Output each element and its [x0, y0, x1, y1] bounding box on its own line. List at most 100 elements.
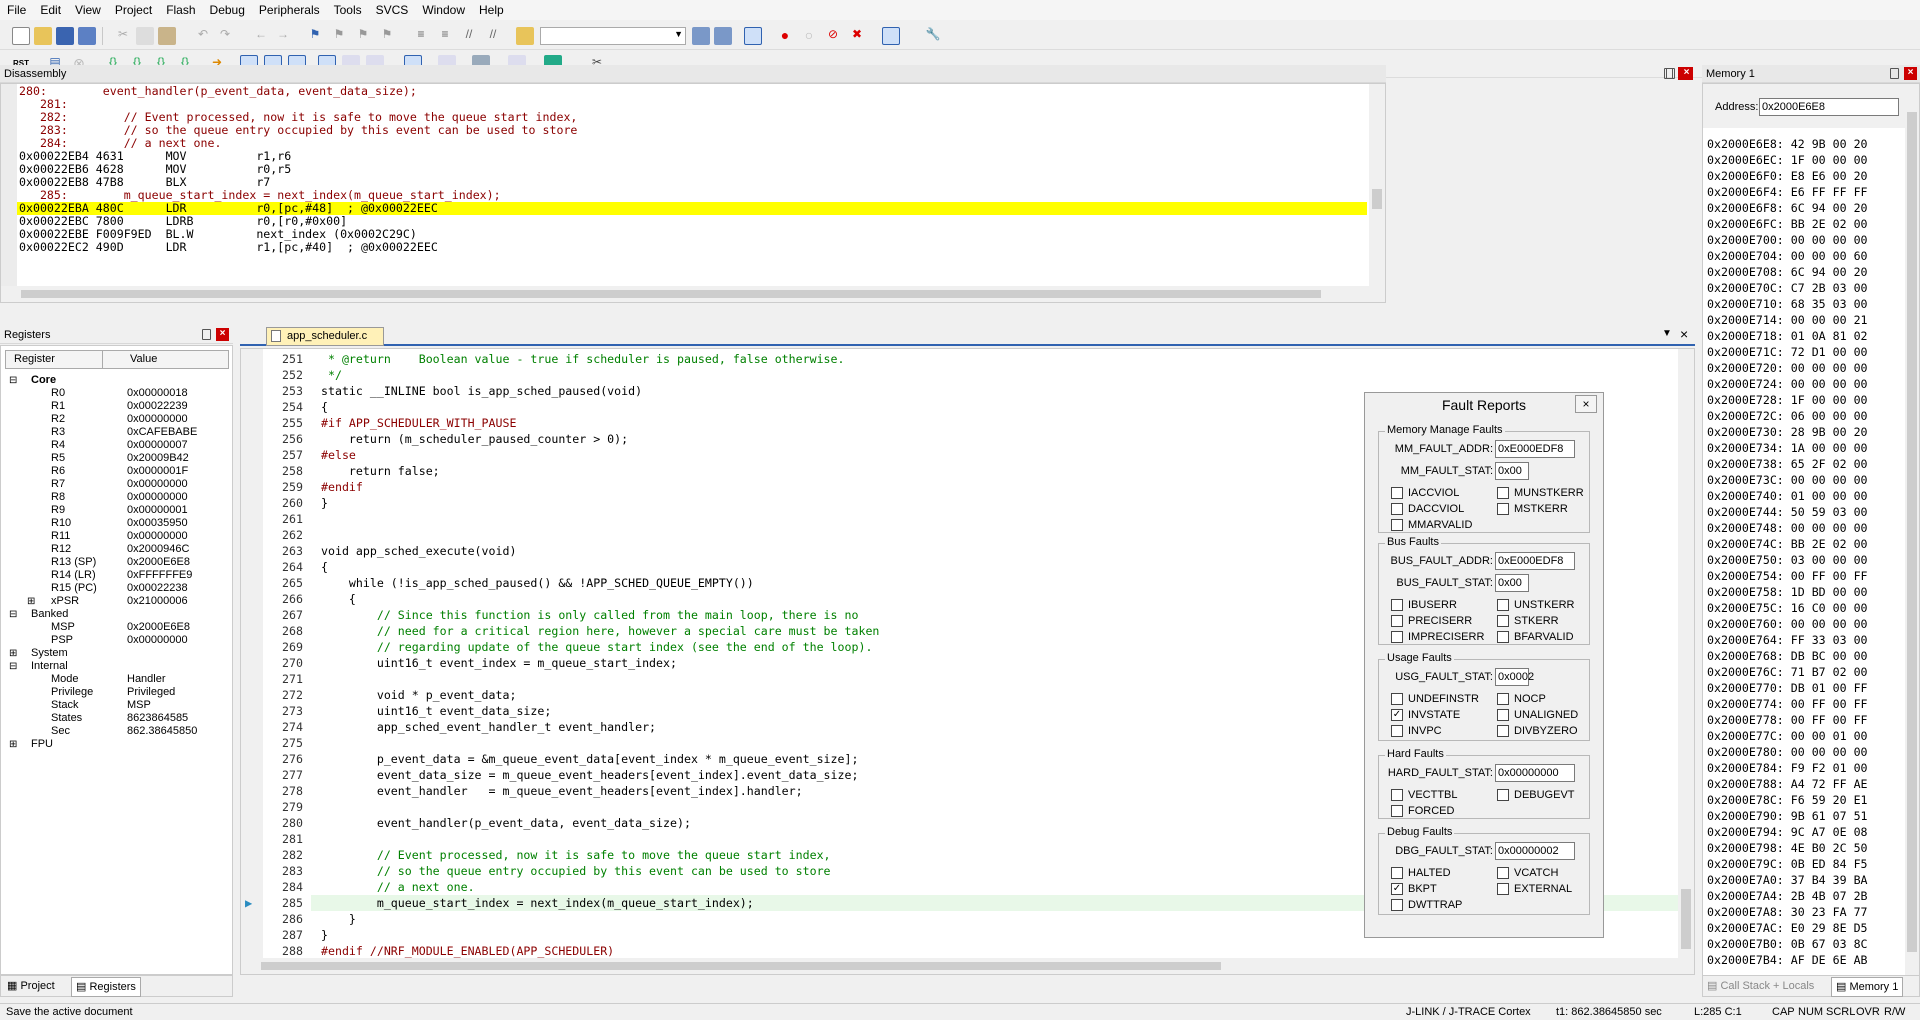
fault-stat-value[interactable]: 0x0002: [1495, 668, 1534, 686]
new-file-icon[interactable]: [12, 27, 30, 45]
memory-row[interactable]: 0x2000E794: 9C A7 0E 08: [1707, 824, 1868, 840]
uncomment-icon[interactable]: //: [484, 27, 502, 45]
code-line[interactable]: event_handler(p_event_data, event_data_s…: [321, 815, 691, 831]
memory-row[interactable]: 0x2000E770: DB 01 00 FF: [1707, 680, 1868, 696]
tree-expander-icon[interactable]: ⊟: [9, 608, 17, 624]
bookmark-prev-icon[interactable]: ⚑: [330, 27, 348, 45]
memory-row[interactable]: 0x2000E714: 00 00 00 21: [1707, 312, 1868, 328]
disassembly-view[interactable]: 280: event_handler(p_event_data, event_d…: [0, 83, 1386, 303]
menu-peripherals[interactable]: Peripherals: [252, 0, 327, 20]
checkbox[interactable]: [1391, 867, 1403, 879]
checkbox[interactable]: [1391, 599, 1403, 611]
menu-svcs[interactable]: SVCS: [369, 0, 416, 20]
window-layout-icon[interactable]: [882, 27, 900, 45]
fault-check-invpc[interactable]: INVPC: [1391, 724, 1442, 738]
code-line[interactable]: void * p_event_data;: [321, 687, 517, 703]
fault-check-iaccviol[interactable]: IACCVIOL: [1391, 486, 1459, 500]
configure-icon[interactable]: 🔧: [924, 27, 942, 45]
memory-row[interactable]: 0x2000E738: 65 2F 02 00: [1707, 456, 1868, 472]
code-line[interactable]: static __INLINE bool is_app_sched_paused…: [321, 383, 642, 399]
memory-row[interactable]: 0x2000E70C: C7 2B 03 00: [1707, 280, 1868, 296]
register-value[interactable]: 0x21000006: [127, 595, 188, 611]
fault-check-external[interactable]: EXTERNAL: [1497, 882, 1572, 896]
checkbox[interactable]: [1391, 899, 1403, 911]
comment-icon[interactable]: //: [460, 27, 478, 45]
memory-row[interactable]: 0x2000E7A4: 2B 4B 07 2B: [1707, 888, 1868, 904]
disassembly-pin-icon[interactable]: [1666, 68, 1675, 79]
memory-row[interactable]: 0x2000E758: 1D BD 00 00: [1707, 584, 1868, 600]
incremental-find-icon[interactable]: [714, 27, 732, 45]
memory-row[interactable]: 0x2000E74C: BB 2E 02 00: [1707, 536, 1868, 552]
memory-row[interactable]: 0x2000E760: 00 00 00 00: [1707, 616, 1868, 632]
menu-tools[interactable]: Tools: [327, 0, 369, 20]
memory-close-icon[interactable]: ×: [1904, 67, 1917, 80]
memory-row[interactable]: 0x2000E728: 1F 00 00 00: [1707, 392, 1868, 408]
find-combo[interactable]: ▼: [540, 27, 686, 45]
memory-row[interactable]: 0x2000E764: FF 33 03 00: [1707, 632, 1868, 648]
checkbox[interactable]: [1497, 725, 1509, 737]
memory-row[interactable]: 0x2000E788: A4 72 FF AE: [1707, 776, 1868, 792]
code-line[interactable]: * @return Boolean value - true if schedu…: [321, 351, 845, 367]
memory-row[interactable]: 0x2000E754: 00 FF 00 FF: [1707, 568, 1868, 584]
code-line[interactable]: #else: [321, 447, 356, 463]
breakpoint-disable-icon[interactable]: ○: [800, 27, 818, 45]
code-line[interactable]: // a next one.: [321, 879, 475, 895]
fault-stat-value[interactable]: 0x00: [1495, 574, 1529, 592]
memory-row[interactable]: 0x2000E708: 6C 94 00 20: [1707, 264, 1868, 280]
memory-row[interactable]: 0x2000E720: 00 00 00 00: [1707, 360, 1868, 376]
fault-check-vcatch[interactable]: VCATCH: [1497, 866, 1558, 880]
code-line[interactable]: uint16_t event_data_size;: [321, 703, 552, 719]
register-name[interactable]: Sec: [51, 725, 70, 741]
checkbox[interactable]: [1497, 599, 1509, 611]
code-line[interactable]: // Since this function is only called fr…: [321, 607, 859, 623]
memory-row[interactable]: 0x2000E734: 1A 00 00 00: [1707, 440, 1868, 456]
unindent-icon[interactable]: ≡: [436, 27, 454, 45]
memory-row[interactable]: 0x2000E778: 00 FF 00 FF: [1707, 712, 1868, 728]
redo-icon[interactable]: ↷: [216, 27, 234, 45]
code-line[interactable]: // Event processed, now it is safe to mo…: [321, 847, 831, 863]
fault-check-bfarvalid[interactable]: BFARVALID: [1497, 630, 1574, 644]
code-line[interactable]: }: [321, 495, 328, 511]
checkbox[interactable]: ✓: [1391, 709, 1403, 721]
fault-check-divbyzero[interactable]: DIVBYZERO: [1497, 724, 1578, 738]
code-line[interactable]: void app_sched_execute(void): [321, 543, 516, 559]
fault-stat-value[interactable]: 0x00000002: [1495, 842, 1575, 860]
memory-row[interactable]: 0x2000E7A8: 30 23 FA 77: [1707, 904, 1868, 920]
find-in-files-icon[interactable]: [516, 27, 534, 45]
checkbox[interactable]: [1497, 487, 1509, 499]
memory-pin-icon[interactable]: [1890, 68, 1899, 79]
memory-view[interactable]: Address: 0x2000E6E8 0x2000E6E8: 42 9B 00…: [1702, 83, 1920, 995]
registers-pin-icon[interactable]: [202, 329, 211, 340]
fault-check-preciserr[interactable]: PRECISERR: [1391, 614, 1472, 628]
checkbox[interactable]: [1391, 805, 1403, 817]
fault-check-stkerr[interactable]: STKERR: [1497, 614, 1559, 628]
memory-row[interactable]: 0x2000E748: 00 00 00 00: [1707, 520, 1868, 536]
fault-check-debugevt[interactable]: DEBUGEVT: [1497, 788, 1575, 802]
tab-registers[interactable]: ▤ Registers: [71, 977, 141, 997]
fault-addr-value[interactable]: 0xE000EDF8: [1495, 552, 1575, 570]
memory-row[interactable]: 0x2000E6F4: E6 FF FF FF: [1707, 184, 1868, 200]
memory-row[interactable]: 0x2000E718: 01 0A 81 02: [1707, 328, 1868, 344]
memory-row[interactable]: 0x2000E6E8: 42 9B 00 20: [1707, 136, 1868, 152]
memory-row[interactable]: 0x2000E710: 68 35 03 00: [1707, 296, 1868, 312]
tree-expander-icon[interactable]: ⊟: [9, 374, 17, 390]
memory-row[interactable]: 0x2000E79C: 0B ED 84 F5: [1707, 856, 1868, 872]
fault-check-unstkerr[interactable]: UNSTKERR: [1497, 598, 1575, 612]
memory-row[interactable]: 0x2000E7B0: 0B 67 03 8C: [1707, 936, 1868, 952]
checkbox[interactable]: [1497, 789, 1509, 801]
code-line[interactable]: }: [321, 927, 328, 943]
memory-row[interactable]: 0x2000E72C: 06 00 00 00: [1707, 408, 1868, 424]
memory-row[interactable]: 0x2000E7A0: 37 B4 39 BA: [1707, 872, 1868, 888]
code-line[interactable]: {: [321, 399, 328, 415]
code-line[interactable]: uint16_t event_index = m_queue_start_ind…: [321, 655, 677, 671]
memory-row[interactable]: 0x2000E798: 4E B0 2C 50: [1707, 840, 1868, 856]
memory-row[interactable]: 0x2000E75C: 16 C0 00 00: [1707, 600, 1868, 616]
checkbox[interactable]: [1497, 503, 1509, 515]
bookmark-clear-icon[interactable]: ⚑: [378, 27, 396, 45]
nav-forward-icon[interactable]: →: [274, 27, 292, 45]
fault-addr-value[interactable]: 0xE000EDF8: [1495, 440, 1575, 458]
checkbox[interactable]: [1497, 615, 1509, 627]
checkbox[interactable]: [1391, 631, 1403, 643]
memory-row[interactable]: 0x2000E6FC: BB 2E 02 00: [1707, 216, 1868, 232]
checkbox[interactable]: [1391, 487, 1403, 499]
